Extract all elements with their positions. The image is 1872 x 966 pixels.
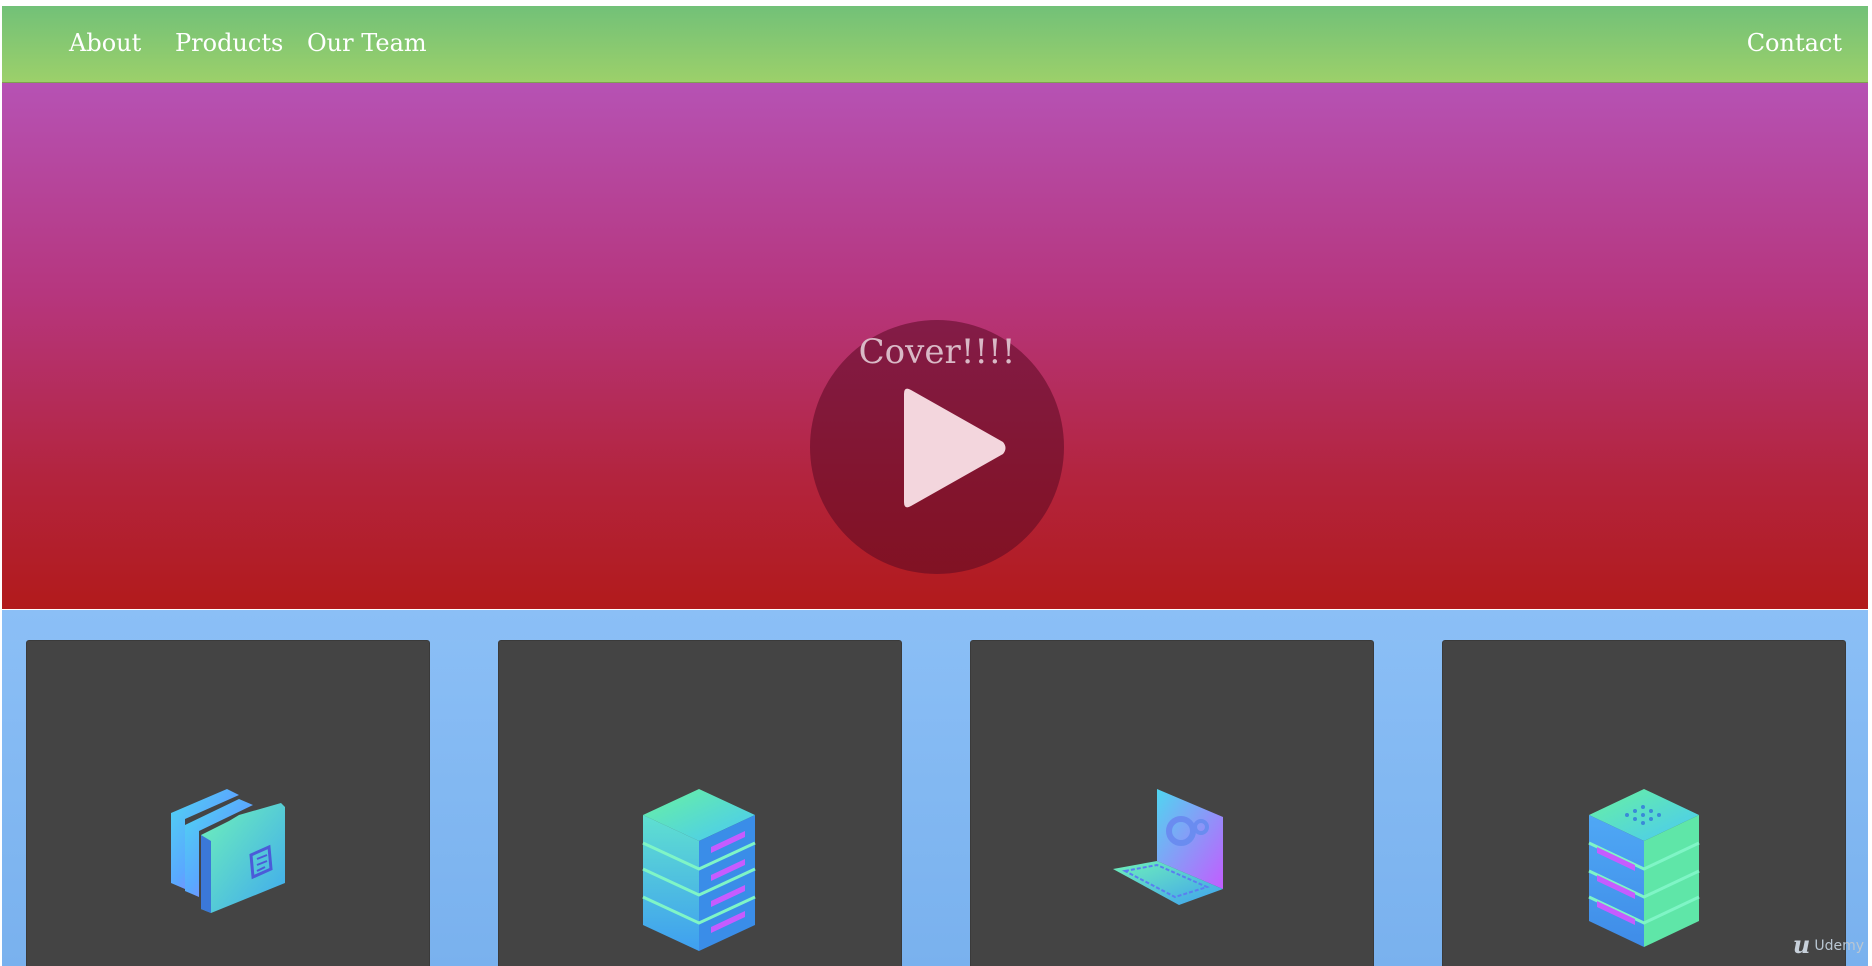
nav-link-about[interactable]: About [69, 28, 141, 58]
product-card[interactable] [970, 640, 1374, 966]
play-video-button[interactable]: Cover!!!! [810, 320, 1064, 574]
product-card[interactable] [498, 640, 902, 966]
server-stack-icon [642, 789, 756, 951]
page-frame: About Products Our Team Contact Cover!!!… [2, 6, 1868, 966]
product-card[interactable] [1442, 640, 1846, 966]
cover-title: Cover!!!! [858, 332, 1016, 372]
nav-link-our-team[interactable]: Our Team [307, 28, 427, 58]
top-navbar: About Products Our Team Contact [2, 6, 1868, 83]
product-cards [2, 610, 1868, 966]
play-icon [904, 388, 1006, 508]
nav-link-contact[interactable]: Contact [1747, 28, 1842, 58]
udemy-watermark: u Udemy [1793, 933, 1864, 957]
laptop-settings-icon [1113, 789, 1223, 905]
udemy-watermark-label: Udemy [1814, 938, 1864, 954]
udemy-logo-icon: u [1792, 930, 1811, 959]
product-card[interactable] [26, 640, 430, 966]
nav-link-products[interactable]: Products [175, 28, 283, 58]
folders-icon [171, 789, 285, 913]
hero-cover: Cover!!!! [2, 83, 1868, 609]
database-server-icon [1588, 789, 1700, 947]
